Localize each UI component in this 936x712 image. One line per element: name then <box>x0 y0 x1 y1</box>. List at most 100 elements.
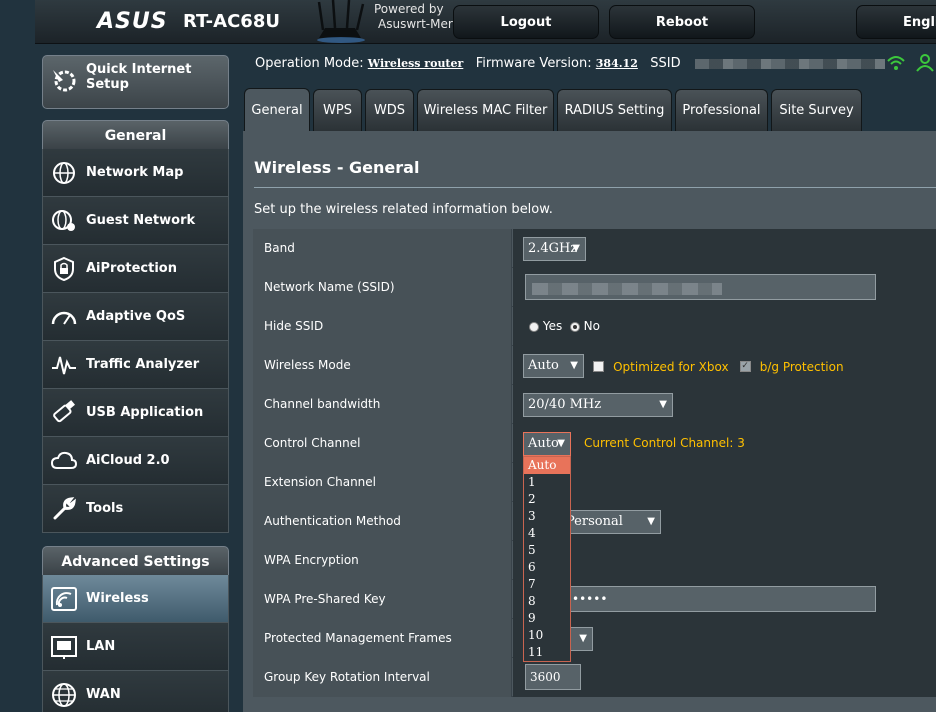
page-title: Wireless - General <box>254 158 420 177</box>
sidebar-item-label: LAN <box>86 639 116 654</box>
channel-option[interactable]: 9 <box>524 610 570 627</box>
traffic-analyzer-icon <box>50 351 78 379</box>
channel-option[interactable]: 11 <box>524 644 570 661</box>
firmware-version-link[interactable]: 384.12 <box>596 57 638 70</box>
sidebar-item-lan[interactable]: LAN <box>42 623 229 671</box>
sidebar-item-label: Traffic Analyzer <box>86 357 200 372</box>
page-description: Set up the wireless related information … <box>254 202 553 217</box>
sidebar-item-traffic-analyzer[interactable]: Traffic Analyzer <box>42 341 229 389</box>
channel-option[interactable]: Auto <box>524 457 570 474</box>
channel-option[interactable]: 1 <box>524 474 570 491</box>
main-content: Wireless - General Set up the wireless r… <box>243 131 936 712</box>
group-key-row: Group Key Rotation Interval 3600 <box>253 658 936 697</box>
settings-table: Band 2.4GHz ▼ Network Name (SSID) Hide SS… <box>253 229 936 697</box>
control-channel-row: Control Channel Auto ▼ Current Control Ch… <box>253 424 936 463</box>
current-control-channel: Current Control Channel: 3 <box>584 436 745 450</box>
wpa-key-input[interactable]: ••••• <box>525 586 876 612</box>
ssid-input[interactable] <box>525 274 876 300</box>
authentication-method-row: Authentication Method Personal ▼ <box>253 502 936 541</box>
wireless-icon <box>50 585 78 613</box>
tab-radius-setting[interactable]: RADIUS Setting <box>557 89 672 131</box>
band-row: Band 2.4GHz ▼ <box>253 229 936 268</box>
channel-option[interactable]: 4 <box>524 525 570 542</box>
sidebar-item-label: AiCloud 2.0 <box>86 453 170 468</box>
reboot-button[interactable]: Reboot <box>609 5 755 39</box>
sidebar-item-aicloud-2-0[interactable]: AiCloud 2.0 <box>42 437 229 485</box>
usb-application-icon <box>50 399 78 427</box>
quick-setup-icon <box>53 70 76 92</box>
ssid-redacted-value <box>532 283 722 295</box>
wan-icon <box>50 681 78 709</box>
tab-professional[interactable]: Professional <box>675 89 768 131</box>
channel-option[interactable]: 7 <box>524 576 570 593</box>
logout-button[interactable]: Logout <box>453 5 599 39</box>
channel-option[interactable]: 6 <box>524 559 570 576</box>
sidebar-item-label: Tools <box>86 501 124 516</box>
sidebar-item-guest-network[interactable]: Guest Network <box>42 197 229 245</box>
sidebar-item-network-map[interactable]: Network Map <box>42 149 229 197</box>
xbox-optimized-checkbox[interactable] <box>593 361 604 372</box>
channel-bandwidth-select[interactable]: 20/40 MHz ▼ <box>523 393 673 417</box>
router-image-icon <box>317 0 365 43</box>
channel-option[interactable]: 8 <box>524 593 570 610</box>
sidebar-item-label: AiProtection <box>86 261 177 276</box>
aicloud-icon <box>50 447 78 475</box>
tab-site-survey[interactable]: Site Survey <box>771 89 862 131</box>
lan-icon <box>50 633 78 661</box>
sidebar-item-tools[interactable]: Tools <box>42 485 229 533</box>
band-select[interactable]: 2.4GHz ▼ <box>523 237 586 261</box>
wpa-key-row: WPA Pre-Shared Key ••••• <box>253 580 936 619</box>
pmf-row: Protected Management Frames ▼ <box>253 619 936 658</box>
advanced-settings-header: Advanced Settings <box>42 546 229 576</box>
sidebar-item-aiprotection[interactable]: AiProtection <box>42 245 229 293</box>
tab-general[interactable]: General <box>244 88 310 131</box>
tab-wps[interactable]: WPS <box>313 89 362 131</box>
chevron-down-icon: ▼ <box>557 438 565 449</box>
wireless-mode-select[interactable]: Auto ▼ <box>523 354 584 378</box>
hide-ssid-row: Hide SSID Yes No <box>253 307 936 346</box>
channel-option[interactable]: 10 <box>524 627 570 644</box>
chevron-down-icon: ▼ <box>579 633 587 644</box>
operation-status-bar: Operation Mode: Wireless router Firmware… <box>255 56 885 71</box>
adaptive-qos-icon <box>50 303 78 331</box>
channel-option[interactable]: 3 <box>524 508 570 525</box>
tools-icon <box>50 495 78 523</box>
channel-option[interactable]: 5 <box>524 542 570 559</box>
chevron-down-icon: ▼ <box>647 516 655 527</box>
sidebar-item-label: Network Map <box>86 165 184 180</box>
aiprotection-icon <box>50 255 78 283</box>
ssid-row: Network Name (SSID) <box>253 268 936 307</box>
tab-wds[interactable]: WDS <box>365 89 414 131</box>
extension-channel-row: Extension Channel <box>253 463 936 502</box>
quick-internet-setup-button[interactable]: Quick Internet Setup <box>42 55 229 109</box>
group-key-interval-input[interactable]: 3600 <box>525 664 581 690</box>
network-map-icon <box>50 159 78 187</box>
control-channel-dropdown-list: Auto 1 2 3 4 5 6 7 8 9 10 11 <box>523 456 571 662</box>
tab-wireless-mac-filter[interactable]: Wireless MAC Filter <box>417 89 554 131</box>
operation-mode-link[interactable]: Wireless router <box>368 57 464 70</box>
language-selector[interactable]: Engli <box>856 5 936 39</box>
wpa-encryption-row: WPA Encryption <box>253 541 936 580</box>
channel-option[interactable]: 2 <box>524 491 570 508</box>
chevron-down-icon: ▼ <box>570 360 578 371</box>
sidebar-item-adaptive-qos[interactable]: Adaptive QoS <box>42 293 229 341</box>
general-header: General <box>42 120 229 150</box>
sidebar-item-label: USB Application <box>86 405 204 420</box>
wifi-status-icon[interactable] <box>886 54 906 72</box>
wireless-mode-row: Wireless Mode Auto ▼ Optimized for Xbox ✓… <box>253 346 936 385</box>
chevron-down-icon: ▼ <box>659 399 667 410</box>
chevron-down-icon: ▼ <box>572 243 580 254</box>
bg-protection-checkbox[interactable]: ✓ <box>739 361 751 372</box>
sidebar-item-wan[interactable]: WAN <box>42 671 229 712</box>
router-model: RT-AC68U <box>183 11 280 32</box>
sidebar-item-label: Adaptive QoS <box>86 309 186 324</box>
hide-ssid-yes-radio[interactable] <box>529 321 539 332</box>
sidebar-item-usb-application[interactable]: USB Application <box>42 389 229 437</box>
hide-ssid-no-radio[interactable] <box>569 321 580 332</box>
asus-logo: ASUS <box>97 9 168 34</box>
clients-status-icon[interactable] <box>916 54 936 72</box>
sidebar-item-wireless[interactable]: Wireless <box>42 575 229 623</box>
ssid-redacted <box>694 58 885 69</box>
control-channel-select[interactable]: Auto ▼ <box>523 432 571 456</box>
sidebar-item-label: WAN <box>86 687 121 702</box>
